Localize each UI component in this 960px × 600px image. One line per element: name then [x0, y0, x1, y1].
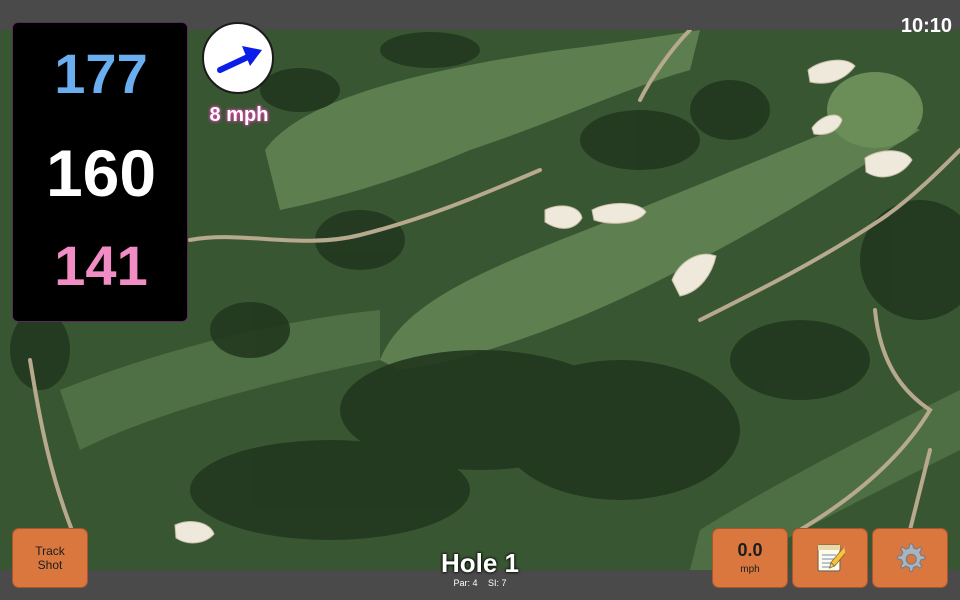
track-shot-label-line2: Shot	[37, 558, 63, 572]
clock-time: 10:10	[900, 15, 952, 37]
middle-of-green-distance: 160	[45, 136, 157, 210]
hole-title: Hole 1	[440, 548, 520, 578]
track-shot-button[interactable]: Track Shot	[12, 528, 88, 588]
hole-stroke-index: SI: 7	[488, 578, 507, 588]
speed-button[interactable]: 0.0 mph	[712, 528, 788, 588]
wind-direction-indicator	[202, 22, 274, 94]
track-shot-label-line1: Track	[35, 544, 65, 558]
speed-unit: mph	[740, 564, 760, 575]
wind-arrow-icon	[217, 46, 262, 73]
settings-button[interactable]	[872, 528, 948, 588]
gear-icon	[897, 543, 926, 572]
hole-par: Par: 4	[453, 578, 478, 588]
distance-panel: 177 160 141	[12, 22, 188, 322]
front-of-green-distance: 141	[54, 234, 148, 297]
back-of-green-distance: 177	[54, 42, 148, 105]
notepad-icon	[817, 544, 845, 572]
wind-speed-label: 8 mph	[209, 104, 269, 126]
notes-button[interactable]	[792, 528, 868, 588]
speed-value: 0.0	[737, 540, 763, 560]
hole-details: Par: 4 SI: 7	[380, 577, 580, 589]
